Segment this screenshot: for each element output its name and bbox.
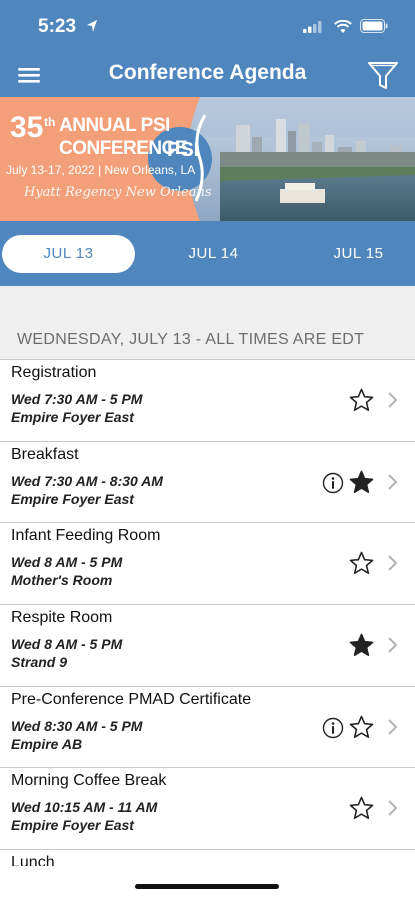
- status-time: 5:23: [38, 16, 77, 37]
- session-title: Pre-Conference PMAD Certificate: [11, 690, 252, 708]
- date-tab-bar: JUL 13 JUL 14 JUL 15: [0, 221, 415, 286]
- psi-logo: PSI: [167, 139, 200, 161]
- info-icon[interactable]: [322, 472, 344, 494]
- battery-icon: [360, 19, 388, 33]
- star-outline-icon[interactable]: [348, 550, 375, 577]
- chevron-right-icon: [388, 555, 398, 572]
- banner-title-line1: ANNUAL PSI: [59, 115, 170, 136]
- session-title: Infant Feeding Room: [11, 527, 161, 545]
- star-outline-icon[interactable]: [348, 714, 375, 741]
- banner-number: 35: [10, 111, 44, 144]
- chevron-right-icon: [388, 392, 398, 408]
- status-bar: 5:23: [0, 0, 415, 50]
- session-row-morning-coffee-break[interactable]: Morning Coffee Break Wed 10:15 AM - 11 A…: [0, 767, 415, 850]
- tab-jul-13[interactable]: JUL 13: [2, 235, 135, 273]
- page-title: Conference Agenda: [108, 61, 307, 84]
- session-list: Registration Wed 7:30 AM - 5 PM Empire F…: [0, 359, 415, 900]
- funnel-filter-icon[interactable]: [366, 58, 400, 92]
- tab-jul-15[interactable]: JUL 15: [292, 235, 415, 273]
- session-row-breakfast[interactable]: Breakfast Wed 7:30 AM - 8:30 AM Empire F…: [0, 440, 415, 523]
- session-location: Empire Foyer East: [11, 490, 134, 507]
- session-title: Respite Room: [11, 609, 113, 627]
- wifi-icon: [334, 20, 352, 33]
- banner-ordinal: th: [44, 115, 56, 129]
- session-title: Registration: [11, 364, 97, 381]
- star-outline-icon[interactable]: [348, 795, 375, 822]
- star-outline-icon[interactable]: [348, 387, 375, 414]
- session-location: Empire Foyer East: [11, 409, 134, 425]
- home-indicator-area: [0, 866, 415, 900]
- session-location: Empire Foyer East: [11, 817, 134, 834]
- session-row-respite-room[interactable]: Respite Room Wed 8 AM - 5 PM Strand 9: [0, 604, 415, 686]
- session-row-registration[interactable]: Registration Wed 7:30 AM - 5 PM Empire F…: [0, 359, 415, 441]
- session-location: Mother's Room: [11, 572, 113, 589]
- session-location: Strand 9: [11, 654, 68, 671]
- session-time: Wed 7:30 AM - 5 PM: [11, 391, 143, 407]
- location-arrow-icon: [87, 20, 97, 32]
- session-title: Breakfast: [11, 445, 79, 463]
- info-icon[interactable]: [322, 717, 344, 739]
- session-title: Morning Coffee Break: [11, 772, 167, 790]
- star-filled-icon[interactable]: [348, 632, 375, 659]
- session-time: Wed 8 AM - 5 PM: [11, 636, 123, 653]
- banner-venue-script: Hyatt Regency New Orleans: [24, 185, 212, 200]
- conference-banner: 35 th ANNUAL PSI CONFERENCE July 13-17, …: [0, 97, 415, 221]
- session-row-pmad-certificate[interactable]: Pre-Conference PMAD Certificate Wed 8:30…: [0, 685, 415, 768]
- star-filled-icon[interactable]: [348, 469, 375, 496]
- chevron-right-icon: [388, 719, 398, 735]
- chevron-right-icon: [388, 800, 398, 817]
- session-time: Wed 10:15 AM - 11 AM: [11, 799, 158, 816]
- session-time: Wed 8:30 AM - 5 PM: [11, 717, 143, 734]
- session-location: Empire AB: [11, 735, 83, 752]
- chevron-right-icon: [388, 473, 398, 490]
- session-row-infant-feeding-room[interactable]: Infant Feeding Room Wed 8 AM - 5 PM Moth…: [0, 522, 415, 605]
- nav-bar: Conference Agenda: [0, 50, 415, 97]
- day-section-header: WEDNESDAY, JULY 13 - ALL TIMES ARE EDT: [17, 331, 365, 348]
- tab-jul-14[interactable]: JUL 14: [147, 235, 280, 273]
- banner-dates: July 13-17, 2022 | New Orleans, LA: [6, 163, 196, 177]
- chevron-right-icon: [388, 637, 398, 653]
- session-time: Wed 8 AM - 5 PM: [11, 554, 123, 571]
- session-time: Wed 7:30 AM - 8:30 AM: [11, 472, 163, 489]
- home-indicator[interactable]: [135, 884, 279, 889]
- cellular-signal-icon: [303, 21, 322, 33]
